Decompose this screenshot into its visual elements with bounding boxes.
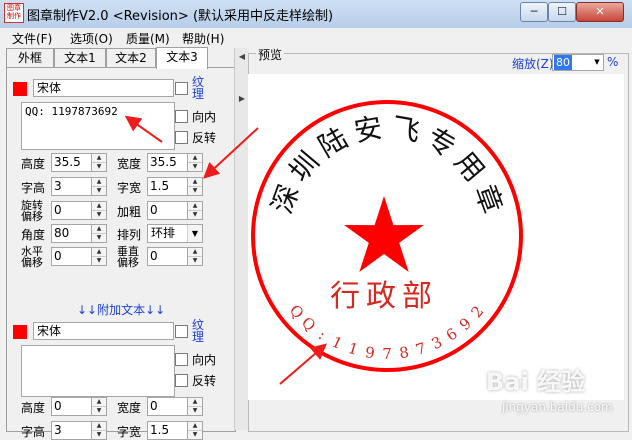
arrow-to-stamp <box>279 343 328 385</box>
baidu-watermark-url: jingyan.baidu.com <box>502 400 613 414</box>
baidu-watermark-logo: Bai 经验 <box>486 368 586 396</box>
arrow-to-textarea <box>124 115 163 143</box>
arrow-to-settings <box>203 127 259 179</box>
tab-text3[interactable]: 文本3 <box>156 47 208 69</box>
